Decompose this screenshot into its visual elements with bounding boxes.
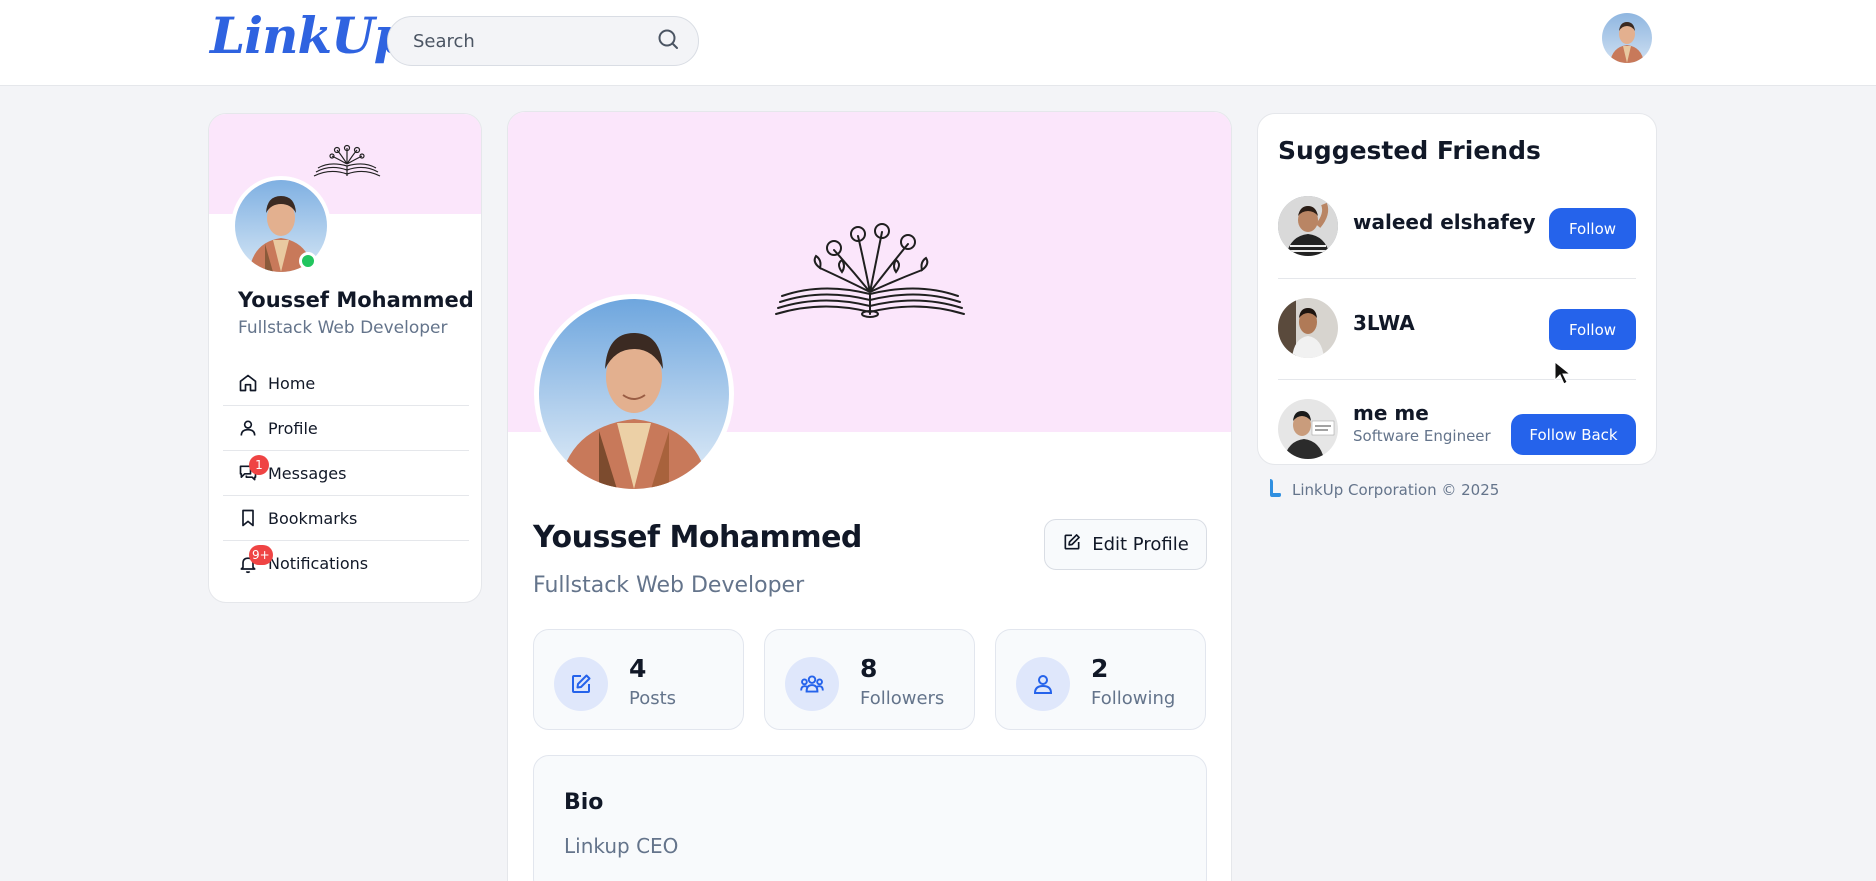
bookmark-icon — [237, 507, 259, 529]
stat-value: 2 — [1091, 654, 1109, 683]
search-icon[interactable] — [656, 27, 680, 55]
friend-name[interactable]: waleed elshafey — [1353, 210, 1536, 234]
sidebar-item-label: Messages — [268, 463, 347, 483]
user-icon — [237, 417, 259, 439]
profile-title: Fullstack Web Developer — [533, 573, 805, 598]
profile-name: Youssef Mohammed — [533, 520, 862, 555]
sidebar-card: Youssef Mohammed Fullstack Web Developer… — [208, 113, 482, 603]
friend-subtitle: Software Engineer — [1353, 427, 1491, 445]
edit-icon — [554, 657, 608, 711]
edit-profile-button[interactable]: Edit Profile — [1044, 519, 1207, 570]
stat-label: Followers — [860, 688, 945, 709]
app-logo[interactable]: LinkUp — [210, 6, 409, 65]
follow-button[interactable]: Follow — [1549, 208, 1636, 249]
edit-profile-label: Edit Profile — [1092, 534, 1189, 555]
bio-heading: Bio — [564, 790, 604, 815]
sidebar-user-title: Fullstack Web Developer — [238, 318, 448, 338]
footer: LinkUp Corporation © 2025 — [1268, 478, 1499, 502]
footer-text: LinkUp Corporation © 2025 — [1292, 481, 1500, 499]
bio-section: Bio Linkup CEO — [533, 755, 1207, 881]
search-input[interactable] — [413, 30, 656, 52]
sidebar-nav: Home Profile 1 Messages Bookmarks 9+ Not… — [223, 361, 469, 586]
sidebar-item-label: Notifications — [268, 554, 369, 573]
sidebar-item-messages[interactable]: 1 Messages — [223, 451, 469, 496]
list-item: waleed elshafey Follow — [1278, 179, 1636, 279]
stat-followers[interactable]: 8 Followers — [764, 629, 975, 730]
profile-card: Youssef Mohammed Fullstack Web Developer… — [507, 111, 1232, 881]
sidebar-item-profile[interactable]: Profile — [223, 406, 469, 451]
avatar[interactable] — [1278, 399, 1338, 459]
profile-avatar[interactable] — [534, 294, 734, 494]
top-navbar: LinkUp — [0, 0, 1876, 86]
list-item: me me Software Engineer Follow Back — [1278, 381, 1636, 464]
stat-following[interactable]: 2 Following — [995, 629, 1206, 730]
messages-badge: 1 — [249, 455, 269, 475]
sidebar-item-label: Home — [268, 373, 316, 393]
sidebar-item-label: Profile — [268, 418, 318, 438]
sidebar-user-name: Youssef Mohammed — [238, 288, 474, 312]
sidebar-item-bookmarks[interactable]: Bookmarks — [223, 496, 469, 541]
search-bar[interactable] — [387, 16, 699, 66]
sidebar-item-label: Bookmarks — [268, 508, 358, 528]
suggested-friends-heading: Suggested Friends — [1278, 136, 1541, 165]
sidebar-item-home[interactable]: Home — [223, 361, 469, 406]
avatar[interactable] — [1278, 298, 1338, 358]
online-status-indicator — [299, 252, 317, 270]
notifications-badge: 9+ — [249, 545, 273, 565]
avatar[interactable] — [1278, 196, 1338, 256]
suggested-friends-card: Suggested Friends waleed elshafey Follow… — [1257, 113, 1657, 465]
user-icon — [1016, 657, 1070, 711]
home-icon — [237, 372, 259, 394]
stat-label: Posts — [629, 688, 677, 709]
bio-text: Linkup CEO — [564, 834, 679, 858]
group-icon — [785, 657, 839, 711]
sidebar-item-notifications[interactable]: 9+ Notifications — [223, 541, 469, 586]
stat-value: 4 — [629, 654, 647, 683]
friend-name[interactable]: 3LWA — [1353, 311, 1415, 335]
mouse-cursor-icon — [1553, 360, 1573, 390]
edit-icon — [1062, 532, 1082, 557]
stat-label: Following — [1091, 688, 1176, 709]
stat-value: 8 — [860, 654, 878, 683]
follow-button[interactable]: Follow — [1549, 309, 1636, 350]
user-avatar[interactable] — [1602, 13, 1652, 63]
friend-name[interactable]: me me — [1353, 401, 1429, 425]
list-item: 3LWA Follow — [1278, 280, 1636, 380]
linkup-logo-icon — [1268, 478, 1282, 502]
stat-posts[interactable]: 4 Posts — [533, 629, 744, 730]
follow-back-button[interactable]: Follow Back — [1511, 414, 1636, 455]
